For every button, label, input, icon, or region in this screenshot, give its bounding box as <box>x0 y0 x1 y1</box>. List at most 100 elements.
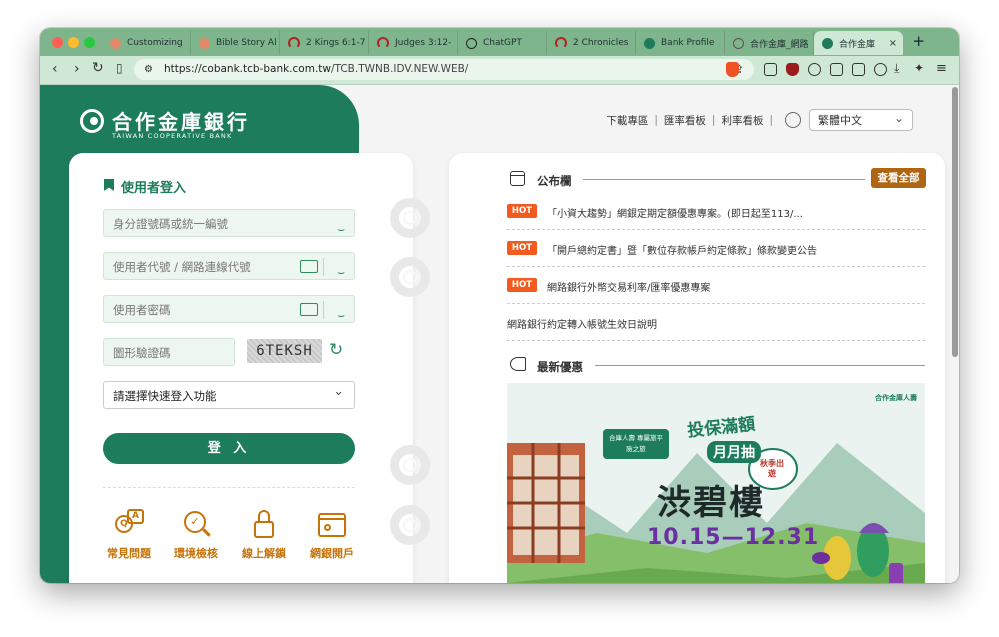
close-window-button[interactable] <box>52 37 63 48</box>
language-select[interactable]: 繁體中文 <box>809 107 913 131</box>
open-account-link[interactable]: 網銀開戶 <box>302 509 362 561</box>
tab-label: 合作金庫_網路 <box>750 39 809 50</box>
info-card: 公布欄 查看全部 HOT 「小資大趨勢」網銀定期定額優惠專案。(即日起至113/… <box>449 153 945 583</box>
reader-icon[interactable] <box>764 63 777 76</box>
bookmark-icon[interactable]: ▯ <box>116 61 123 75</box>
hide-eye-icon[interactable]: ⌣ <box>337 258 345 286</box>
banner-brand-logo: 合作金庫人壽 <box>875 394 917 402</box>
tab-bank-profile[interactable]: Bank Profile <box>636 31 725 55</box>
reload-icon[interactable]: ↻ <box>92 60 104 76</box>
refresh-captcha-icon[interactable]: ↻ <box>329 340 343 360</box>
keyboard-icon[interactable] <box>300 303 318 316</box>
magnifier-check-icon: ✓ <box>180 509 212 541</box>
hot-badge: HOT <box>507 241 537 255</box>
tab-2-chronicles[interactable]: 2 Chronicles <box>547 31 636 55</box>
keyboard-icon[interactable] <box>300 260 318 273</box>
tab-label: Judges 3:12- <box>395 38 452 48</box>
minimize-window-button[interactable] <box>68 37 79 48</box>
address-bar[interactable]: ⚙ https://cobank.tcb-bank.com.tw/TCB.TWN… <box>134 59 754 80</box>
sun-favicon-icon <box>199 37 210 49</box>
id-number-input[interactable]: 身分證號碼或統一編號 ⌣ <box>103 209 355 237</box>
megaphone-icon <box>510 357 526 371</box>
login-button[interactable]: 登 入 <box>103 433 355 464</box>
bulletin-divider <box>583 179 865 180</box>
tab-label: Bible Story Al <box>216 38 277 48</box>
tab-tcb-active[interactable]: 合作金庫 × <box>814 31 903 55</box>
captcha-input[interactable]: 圖形驗證碼 <box>103 338 235 366</box>
close-tab-icon[interactable]: × <box>889 38 897 49</box>
download-link[interactable]: 下載專區 <box>606 113 648 128</box>
hot-badge: HOT <box>507 204 537 218</box>
extensions-puzzle-icon[interactable]: ✦ <box>914 61 924 75</box>
tab-tcb-online[interactable]: 合作金庫_網路 <box>725 31 814 55</box>
environment-check-link[interactable]: ✓ 環境檢核 <box>166 509 226 561</box>
quick-login-select[interactable]: 請選擇快速登入功能 <box>103 378 355 409</box>
divider <box>323 301 324 319</box>
tab-label: ChatGPT <box>483 38 522 48</box>
download-icon[interactable]: ⤓ <box>894 61 899 76</box>
new-tab-button[interactable]: + <box>912 32 925 50</box>
interest-rate-link[interactable]: 利率看板 <box>721 113 763 128</box>
url-path: /TCB.TWNB.IDV.NEW.WEB/ <box>331 63 469 75</box>
binder-ring-decoration <box>390 198 430 238</box>
unlock-label: 線上解鎖 <box>242 547 286 560</box>
captcha-placeholder: 圖形驗證碼 <box>113 346 171 360</box>
screenshot-icon[interactable] <box>852 63 865 76</box>
chatgpt-favicon-icon <box>466 37 477 49</box>
view-all-button[interactable]: 查看全部 <box>871 168 926 188</box>
menu-icon[interactable]: ≡ <box>936 61 947 76</box>
padlock-icon <box>248 509 280 541</box>
back-icon[interactable]: ‹ <box>52 61 58 77</box>
tab-customizing[interactable]: Customizing <box>102 31 191 55</box>
pip-icon[interactable] <box>830 63 843 76</box>
news-text: 網路銀行約定轉入帳號生效日說明 <box>507 320 657 331</box>
bank-favicon-icon <box>644 37 655 49</box>
user-placeholder: 使用者代號 / 網路連線代號 <box>113 260 251 274</box>
promo-banner[interactable]: 合作金庫人壽 合庫人壽 專屬旅平險之旅 投保滿額 月月抽 秋季出遊 渋碧樓 10… <box>507 383 925 583</box>
tab-judges[interactable]: Judges 3:12- <box>369 31 458 55</box>
extension-icon[interactable] <box>808 63 821 76</box>
news-text: 網路銀行外幣交易利率/匯率優惠專案 <box>547 283 711 294</box>
maximize-window-button[interactable] <box>84 37 95 48</box>
sync-icon[interactable] <box>874 63 887 76</box>
banner-dates: 10.15—12.31 <box>647 525 820 550</box>
password-input[interactable]: 使用者密碼 ⌣ <box>103 295 355 323</box>
faq-link[interactable]: Q A 常見問題 <box>99 509 159 561</box>
faq-label: 常見問題 <box>107 547 151 560</box>
id-placeholder: 身分證號碼或統一編號 <box>113 217 228 231</box>
news-item[interactable]: HOT 「開戶總約定書」暨「數位存款帳戶約定條款」條款變更公告 <box>507 230 925 267</box>
bank-name-en: TAIWAN COOPERATIVE BANK <box>112 132 233 140</box>
calendar-icon <box>510 171 525 186</box>
sun-favicon-icon <box>110 37 121 49</box>
horseshoe-favicon-icon <box>288 37 300 49</box>
hide-eye-icon[interactable]: ⌣ <box>337 215 345 243</box>
tab-label: Bank Profile <box>661 38 715 48</box>
account-card-icon <box>316 509 348 541</box>
exchange-rate-link[interactable]: 匯率看板 <box>664 113 706 128</box>
tab-chatgpt[interactable]: ChatGPT <box>458 31 547 55</box>
binder-ring-decoration <box>390 505 430 545</box>
unlock-link[interactable]: 線上解鎖 <box>234 509 294 561</box>
forward-icon[interactable]: › <box>74 61 80 77</box>
promo-divider <box>595 365 925 366</box>
tab-label: Customizing <box>127 38 183 48</box>
tab-label: 2 Chronicles <box>573 38 629 48</box>
hide-eye-icon[interactable]: ⌣ <box>337 301 345 329</box>
tab-2-kings[interactable]: 2 Kings 6:1-7 <box>280 31 369 55</box>
tab-label: 合作金庫 <box>839 39 876 50</box>
bank-favicon-icon <box>822 37 833 49</box>
news-item[interactable]: HOT 網路銀行外幣交易利率/匯率優惠專案 <box>507 267 925 304</box>
user-code-input[interactable]: 使用者代號 / 網路連線代號 ⌣ <box>103 252 355 280</box>
open-account-label: 網銀開戶 <box>310 547 354 560</box>
captcha-image: 6TEKSH <box>247 339 322 363</box>
page-content: 合作金庫銀行 TAIWAN COOPERATIVE BANK 下載專區 | 匯率… <box>40 85 959 583</box>
site-settings-icon[interactable]: ⚙ <box>144 59 153 80</box>
news-item[interactable]: 網路銀行約定轉入帳號生效日說明 <box>507 304 925 341</box>
page-scrollbar[interactable] <box>952 87 958 357</box>
tab-bible-story[interactable]: Bible Story Al <box>191 31 280 55</box>
ublock-icon[interactable] <box>786 63 799 76</box>
news-item[interactable]: HOT 「小資大趨勢」網銀定期定額優惠專案。(即日起至113/... <box>507 193 925 230</box>
hot-badge: HOT <box>507 278 537 292</box>
login-title: 使用者登入 <box>121 181 187 196</box>
brave-shield-icon[interactable] <box>726 62 739 77</box>
